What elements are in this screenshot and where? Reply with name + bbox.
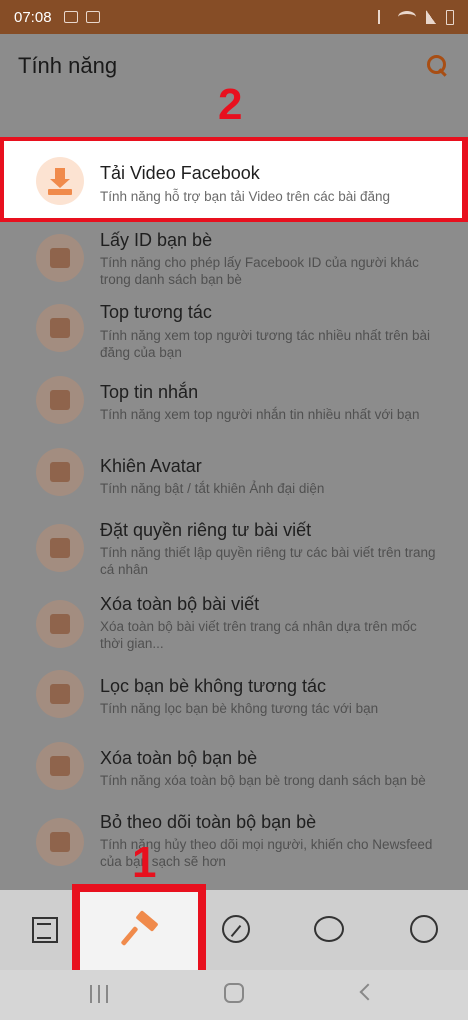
feature-item-delete-all-friends[interactable]: Xóa toàn bộ bạn bè Tính năng xóa toàn bộ… [0, 742, 468, 802]
feature-desc: Tính năng thiết lập quyền riêng tư các b… [100, 545, 436, 577]
nav-news-button[interactable] [10, 890, 80, 970]
user-remove-icon [36, 670, 84, 718]
status-bar: 07:08 [0, 0, 468, 34]
user-delete-posts-icon [36, 600, 84, 648]
eye-icon [36, 818, 84, 866]
nav-stats-button[interactable] [200, 890, 270, 970]
medal-icon [36, 376, 84, 424]
chart-icon [222, 915, 250, 943]
feature-name: Tải Video Facebook [100, 163, 260, 183]
feature-name: Lấy ID bạn bè [100, 230, 213, 250]
chat-bubble-icon [314, 916, 344, 942]
nav-explore-button[interactable] [388, 890, 458, 970]
highlight-frame-featured: Tải Video Facebook Tính năng hỗ trợ bạn … [0, 137, 468, 222]
feature-name: Lọc bạn bè không tương tác [100, 676, 327, 696]
newspaper-icon [32, 917, 58, 943]
feature-name: Xóa toàn bộ bài viết [100, 594, 260, 614]
feature-name: Xóa toàn bộ bạn bè [100, 748, 258, 768]
step-marker-1: 1 [132, 838, 157, 887]
app-notification-icon [85, 11, 100, 23]
step-marker-2: 2 [218, 80, 243, 129]
signal-icon [426, 10, 436, 24]
feature-item-download-video[interactable]: Tải Video Facebook Tính năng hỗ trợ bạn … [4, 141, 462, 218]
globe-icon [410, 915, 438, 943]
feature-item-delete-all-posts[interactable]: Xóa toàn bộ bài viết Xóa toàn bộ bài viế… [0, 592, 468, 664]
user-lock-icon [36, 524, 84, 572]
feature-name: Top tương tác [100, 302, 212, 322]
feature-desc: Tính năng lọc bạn bè không tương tác với… [100, 701, 379, 716]
home-icon[interactable] [224, 983, 244, 1003]
feature-desc: Tính năng bật / tắt khiên Ảnh đại diện [100, 481, 325, 496]
feature-item-unfollow-all[interactable]: Bỏ theo dõi toàn bộ bạn bè Tính năng hủy… [0, 810, 468, 886]
hammer-icon [135, 910, 159, 932]
feature-item-avatar-shield[interactable]: Khiên Avatar Tính năng bật / tắt khiên Ả… [0, 448, 468, 508]
feature-name: Đặt quyền riêng tư bài viết [100, 520, 312, 540]
wifi-icon [398, 11, 416, 23]
back-icon[interactable] [359, 983, 377, 1001]
feature-item-top-interaction[interactable]: Top tương tác Tính năng xem top người tư… [0, 298, 468, 368]
feature-item-filter-friends[interactable]: Lọc bạn bè không tương tác Tính năng lọc… [0, 670, 468, 730]
search-icon[interactable] [426, 54, 450, 78]
download-icon [36, 157, 84, 205]
feature-name: Bỏ theo dõi toàn bộ bạn bè [100, 812, 317, 832]
nav-tools-button[interactable] [80, 892, 198, 976]
feature-name: Khiên Avatar [100, 456, 202, 476]
feature-desc: Xóa toàn bộ bài viết trên trang cá nhân … [100, 619, 417, 651]
feature-item-top-messages[interactable]: Top tin nhắn Tính năng xem top người nhắ… [0, 374, 468, 434]
id-card-icon [36, 234, 84, 282]
feature-desc: Tính năng xem top người tương tác nhiều … [100, 328, 430, 360]
feature-desc: Tính năng hỗ trợ bạn tải Video trên các … [100, 189, 391, 204]
feature-desc: Tính năng xem top người nhắn tin nhiều n… [100, 407, 420, 422]
feature-item-get-friend-id[interactable]: Lấy ID bạn bè Tính năng cho phép lấy Fac… [0, 228, 468, 298]
page-title: Tính năng [18, 53, 118, 78]
gallery-icon [63, 11, 78, 23]
trophy-icon [36, 304, 84, 352]
bottom-nav [0, 890, 468, 970]
status-time: 07:08 [14, 8, 52, 26]
bluetooth-icon [378, 10, 388, 24]
user-x-icon [36, 742, 84, 790]
nav-chat-button[interactable] [294, 890, 364, 970]
feature-desc: Tính năng cho phép lấy Facebook ID của n… [100, 255, 419, 287]
system-nav-bar [0, 970, 468, 1020]
feature-item-post-privacy[interactable]: Đặt quyền riêng tư bài viết Tính năng th… [0, 516, 468, 588]
battery-icon [446, 9, 454, 25]
recent-apps-icon[interactable] [90, 985, 108, 1003]
shield-icon [36, 448, 84, 496]
feature-name: Top tin nhắn [100, 382, 199, 402]
highlight-frame-tools [72, 884, 206, 984]
feature-desc: Tính năng xóa toàn bộ bạn bè trong danh … [100, 773, 426, 788]
